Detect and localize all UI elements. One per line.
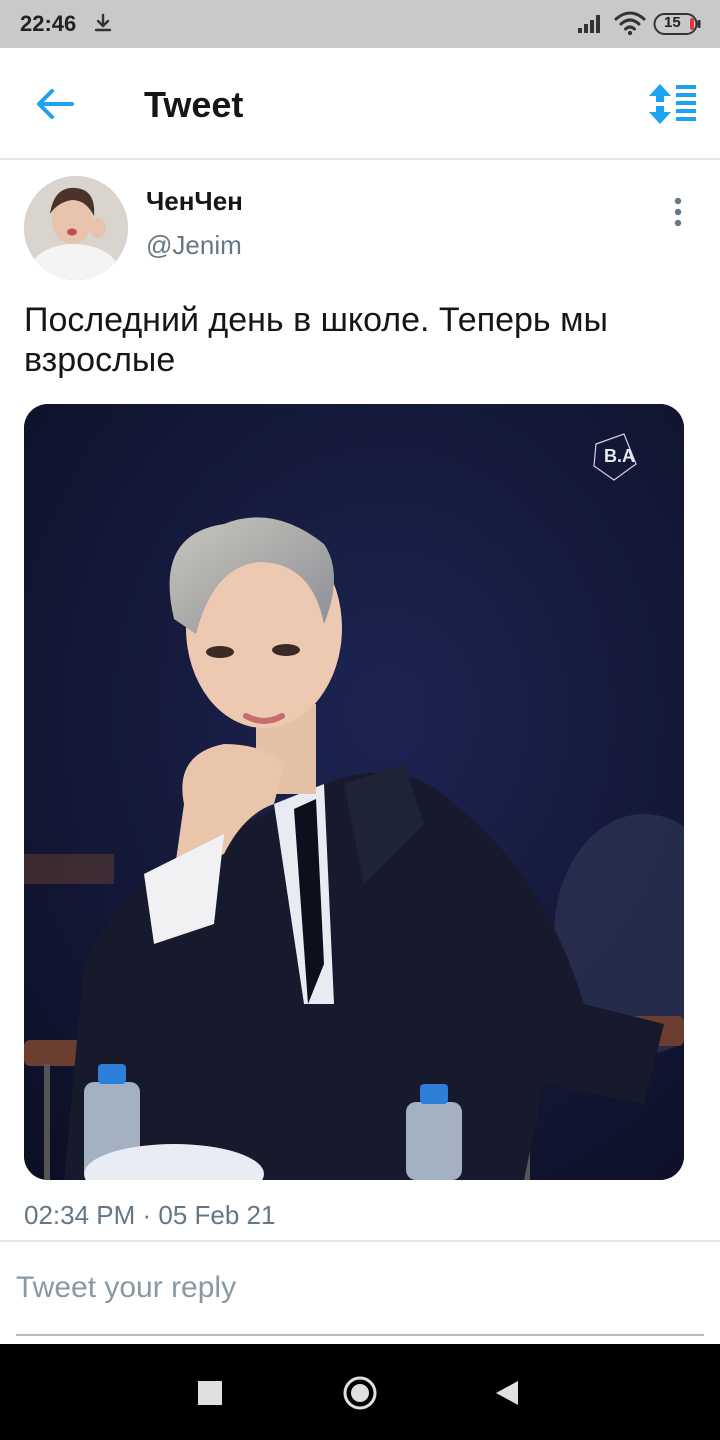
back-triangle-icon[interactable] <box>494 1379 520 1407</box>
app-header: Tweet <box>0 48 720 160</box>
reply-underline <box>16 1334 704 1336</box>
image-watermark: B.A <box>604 446 635 466</box>
divider <box>0 1240 720 1242</box>
wifi-icon <box>614 11 646 36</box>
tweet-image[interactable] <box>24 404 684 1180</box>
author-name[interactable]: ЧенЧен <box>146 186 243 217</box>
battery-level: 15 <box>664 14 681 31</box>
author-handle[interactable]: @Jenim <box>146 230 242 261</box>
home-circle-icon[interactable] <box>342 1375 378 1411</box>
reply-input[interactable] <box>16 1258 704 1318</box>
arrow-left-icon[interactable] <box>30 84 82 124</box>
sort-list-icon[interactable] <box>644 82 700 126</box>
status-bar: 22:46 15 <box>0 0 720 48</box>
tweet-timestamp: 02:34 PM · 05 Feb 21 <box>24 1200 276 1230</box>
recents-square-icon[interactable] <box>198 1381 222 1405</box>
avatar[interactable] <box>24 176 128 280</box>
download-icon <box>94 13 112 32</box>
more-options-icon[interactable] <box>662 192 694 232</box>
tweet-text: Последний день в школе. Теперь мы взросл… <box>24 301 608 379</box>
page-title: Tweet <box>144 84 244 125</box>
signal-icon <box>578 15 600 33</box>
status-time: 22:46 <box>20 11 77 36</box>
